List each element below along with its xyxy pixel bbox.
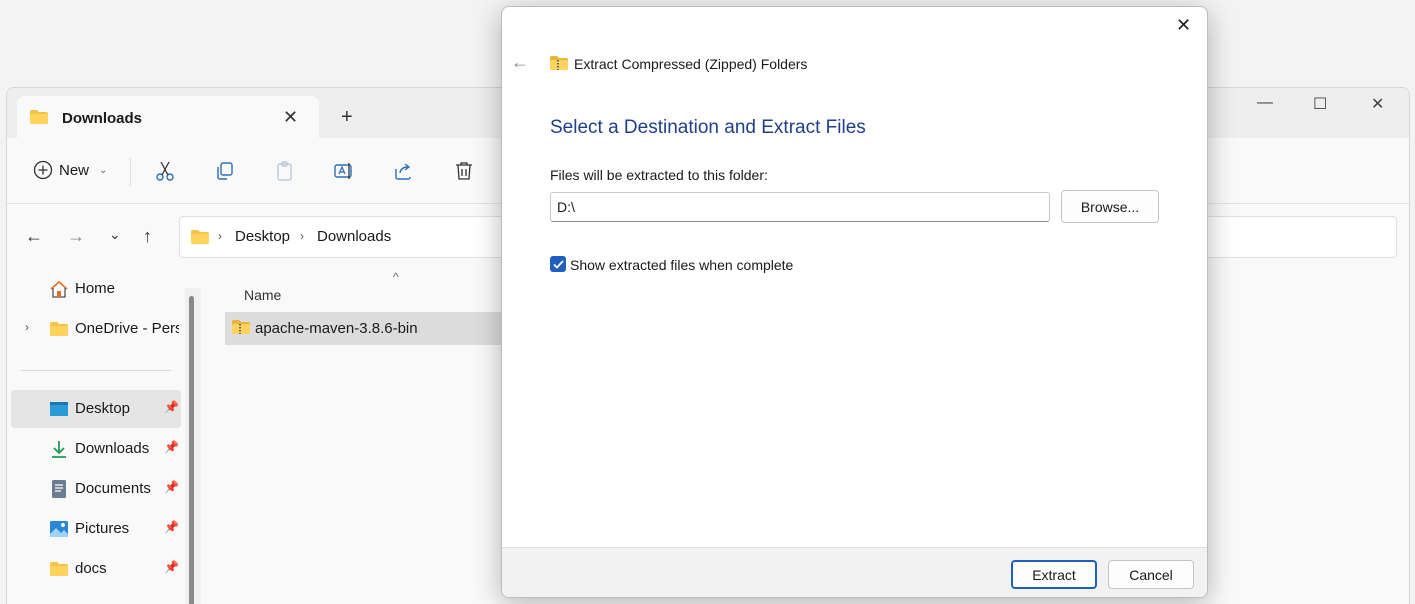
sidebar-divider	[21, 370, 171, 371]
breadcrumb-downloads[interactable]: Downloads	[317, 228, 391, 245]
sidebar-item-documents[interactable]: Documents 📌	[11, 470, 181, 508]
home-icon	[50, 280, 68, 298]
show-files-checkbox[interactable]	[550, 256, 566, 272]
rename-icon[interactable]	[333, 160, 355, 182]
sidebar-item-label: Home	[75, 280, 116, 297]
pin-icon: 📌	[164, 520, 179, 534]
sort-ascending-icon: ^	[393, 270, 399, 284]
sidebar-item-label: Desktop	[75, 400, 131, 417]
dialog-footer: Extract Cancel	[502, 547, 1207, 597]
dialog-title: Extract Compressed (Zipped) Folders	[574, 56, 808, 72]
cut-icon[interactable]	[154, 160, 176, 182]
sidebar-item-home[interactable]: Home	[11, 270, 181, 308]
back-icon[interactable]: ←	[25, 226, 43, 247]
chevron-down-icon: ⌄	[99, 164, 108, 176]
sidebar-item-docs[interactable]: docs 📌	[11, 550, 181, 588]
pin-icon: 📌	[164, 440, 179, 454]
sidebar-scrollbar[interactable]	[185, 288, 201, 604]
tab-downloads[interactable]: Downloads ✕	[17, 96, 319, 138]
new-button-label: New	[59, 161, 90, 179]
pin-icon: 📌	[164, 560, 179, 574]
file-name: apache-maven-3.8.6-bin	[255, 320, 418, 337]
up-icon[interactable]: ↑	[143, 226, 152, 247]
toolbar-divider	[130, 158, 131, 186]
breadcrumb-chevron-icon: ›	[300, 229, 304, 243]
share-icon[interactable]	[393, 160, 415, 182]
sidebar-item-label: Pictures	[75, 520, 130, 537]
close-window-icon[interactable]: ✕	[1371, 94, 1384, 114]
forward-icon[interactable]: →	[67, 226, 85, 247]
close-tab-icon[interactable]: ✕	[283, 107, 298, 128]
zip-folder-icon	[550, 56, 568, 70]
sidebar-item-onedrive[interactable]: › OneDrive - Perso	[11, 310, 181, 348]
browse-button[interactable]: Browse...	[1061, 190, 1159, 223]
scrollbar-thumb[interactable]	[189, 296, 194, 604]
navigation-pane: Home › OneDrive - Perso Desktop 📌 Downlo…	[7, 270, 203, 604]
dialog-heading: Select a Destination and Extract Files	[550, 117, 866, 138]
pin-icon: 📌	[164, 400, 179, 414]
extract-button[interactable]: Extract	[1011, 560, 1097, 589]
back-arrow-icon[interactable]: ←	[511, 52, 529, 73]
folder-icon	[50, 562, 68, 576]
copy-icon[interactable]	[214, 160, 236, 182]
extract-dialog: ✕ ← Extract Compressed (Zipped) Folders …	[501, 6, 1208, 598]
pin-icon: 📌	[164, 480, 179, 494]
new-button[interactable]: New ⌄	[33, 160, 107, 180]
folder-icon	[30, 110, 48, 124]
destination-input[interactable]	[550, 192, 1050, 222]
sidebar-item-label: docs	[75, 560, 107, 577]
new-tab-icon[interactable]: +	[341, 106, 353, 129]
desktop-icon	[50, 402, 68, 416]
sidebar-item-downloads[interactable]: Downloads 📌	[11, 430, 181, 468]
minimize-icon[interactable]: —	[1257, 94, 1273, 112]
destination-label: Files will be extracted to this folder:	[550, 167, 768, 183]
maximize-icon[interactable]: ☐	[1313, 94, 1327, 114]
sidebar-item-label: Documents	[75, 480, 151, 497]
sidebar-item-pictures[interactable]: Pictures 📌	[11, 510, 181, 548]
pictures-icon	[50, 521, 68, 537]
cancel-button[interactable]: Cancel	[1108, 560, 1194, 589]
sidebar-item-label: Downloads	[75, 440, 150, 457]
recent-locations-icon[interactable]: ⌄	[109, 226, 121, 243]
checkmark-icon	[552, 259, 564, 269]
folder-icon	[191, 230, 209, 244]
tab-title: Downloads	[62, 110, 143, 127]
chevron-right-icon[interactable]: ›	[25, 320, 29, 334]
sidebar-item-label: OneDrive - Perso	[75, 320, 179, 337]
file-row[interactable]: apache-maven-3.8.6-bin	[225, 312, 505, 345]
paste-icon[interactable]	[274, 160, 296, 182]
zip-folder-icon	[232, 320, 250, 334]
breadcrumb-desktop[interactable]: Desktop	[235, 228, 290, 245]
download-icon	[52, 441, 66, 458]
sidebar-item-desktop[interactable]: Desktop 📌	[11, 390, 181, 428]
show-files-label: Show extracted files when complete	[570, 257, 794, 273]
delete-icon[interactable]	[453, 160, 475, 182]
breadcrumb-chevron-icon: ›	[218, 229, 222, 243]
column-header-name[interactable]: Name	[244, 287, 281, 303]
folder-icon	[50, 322, 68, 336]
close-dialog-icon[interactable]: ✕	[1176, 15, 1191, 36]
document-icon	[52, 480, 66, 498]
plus-circle-icon	[33, 160, 53, 180]
